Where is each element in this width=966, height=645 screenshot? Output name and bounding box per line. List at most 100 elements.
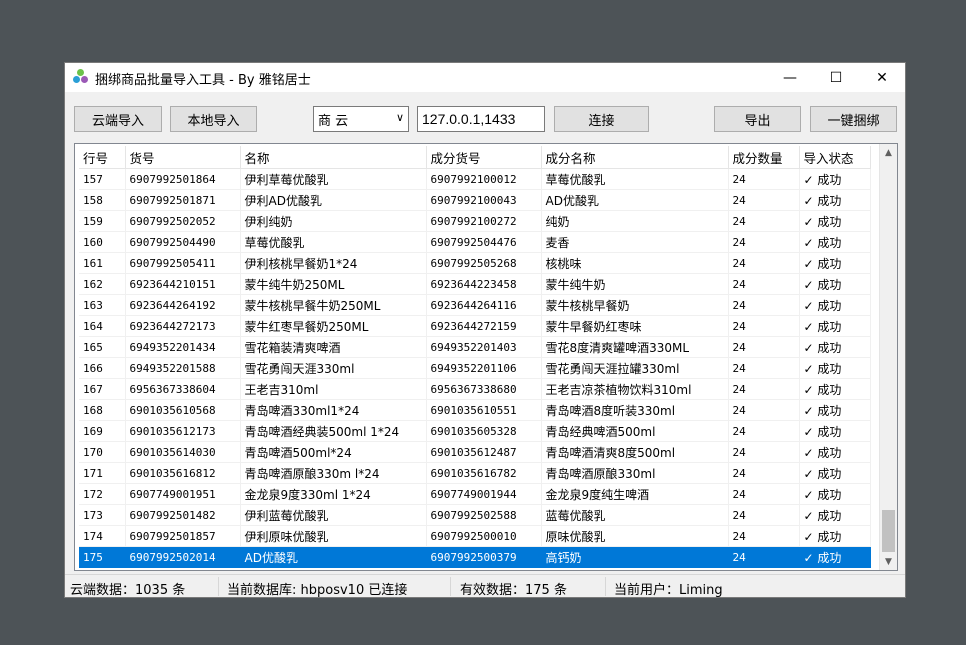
table-row[interactable]: 160 6907992504490 草莓优酸乳 6907992504476 麦香 24 ✓ … [79, 231, 871, 253]
table-row[interactable]: 171 6901035616812 青岛啤酒原酿330m l*24 690103561… [79, 462, 871, 484]
table-cell: 6907992505268 [426, 252, 542, 274]
table-row[interactable]: 166 6949352201588 雪花勇闯天涯330ml 6949352201106… [79, 357, 871, 379]
table-cell: ✓ 成功 [799, 357, 871, 379]
table-cell: 6907992100272 [426, 210, 542, 232]
table-cell: 174 [79, 525, 126, 547]
table-row[interactable]: 170 6901035614030 青岛啤酒500ml*24 690103561248… [79, 441, 871, 463]
table-cell: 6949352201434 [125, 336, 241, 358]
table-cell: 6901035616812 [125, 462, 241, 484]
table-cell: 24 [728, 315, 800, 337]
table-cell: 168 [79, 399, 126, 421]
table-row[interactable]: 162 6923644210151 蒙牛纯牛奶250ML 6923644223458 蒙… [79, 273, 871, 295]
table-cell: 6901035612487 [426, 441, 542, 463]
table-cell: 6907992100043 [426, 189, 542, 211]
scroll-up-icon[interactable]: ▲ [880, 144, 897, 161]
table-row[interactable]: 173 6907992501482 伊利蓝莓优酸乳 6907992502588 蓝莓优酸… [79, 504, 871, 526]
table-cell: ✓ 成功 [799, 294, 871, 316]
minimize-icon[interactable]: — [767, 63, 813, 92]
table-cell: 24 [728, 525, 800, 547]
title-bar[interactable]: 捆绑商品批量导入工具 - By 雅铭居士 — ☐ ✕ [65, 63, 905, 92]
scroll-down-icon[interactable]: ▼ [880, 553, 897, 570]
table-cell: 6923644210151 [125, 273, 241, 295]
column-header[interactable]: 成分名称 [541, 146, 729, 169]
table-cell: ✓ 成功 [799, 420, 871, 442]
close-icon[interactable]: ✕ [859, 63, 905, 92]
table-row[interactable]: 174 6907992501857 伊利原味优酸乳 6907992500010 原味优酸… [79, 525, 871, 547]
table-cell: 172 [79, 483, 126, 505]
table-row[interactable]: 175 6907992502014 AD优酸乳 6907992500379 高钙奶 24 ✓… [79, 546, 871, 568]
connect-button[interactable]: 连接 [554, 106, 649, 132]
table-cell: 6956367338604 [125, 378, 241, 400]
server-address-input[interactable] [417, 106, 545, 132]
table-cell: 6907992100012 [426, 168, 542, 190]
table-row[interactable]: 157 6907992501864 伊利草莓优酸乳 6907992100012 草莓优酸… [79, 168, 871, 190]
table-cell: 163 [79, 294, 126, 316]
table-cell: 草莓优酸乳 [541, 168, 729, 190]
status-divider [605, 577, 606, 596]
table-row[interactable]: 167 6956367338604 王老吉310ml 6956367338680 王老吉… [79, 378, 871, 400]
table-cell: 167 [79, 378, 126, 400]
cloud-import-button[interactable]: 云端导入 [74, 106, 162, 132]
vertical-scrollbar[interactable]: ▲ ▼ [879, 144, 897, 570]
status-valid-count: 有效数据：175 条 [460, 583, 567, 598]
table-row[interactable]: 168 6901035610568 青岛啤酒330ml1*24 69010356105… [79, 399, 871, 421]
status-current-db: 当前数据库: hbposv10 已连接 [227, 583, 408, 598]
table-cell: 6923644223458 [426, 273, 542, 295]
table-cell: 6907992502014 [125, 546, 241, 568]
data-grid[interactable]: 行号 货号 名称 成分货号 成分名称 成分数量 导入状态 157 6907992501864 伊… [74, 143, 898, 571]
table-cell: 6901035614030 [125, 441, 241, 463]
column-header[interactable]: 行号 [79, 146, 126, 169]
table-cell: ✓ 成功 [799, 231, 871, 253]
bind-all-button[interactable]: 一键捆绑 [810, 106, 897, 132]
table-row[interactable]: 165 6949352201434 雪花箱装清爽啤酒 6949352201403 雪花8… [79, 336, 871, 358]
table-cell: 159 [79, 210, 126, 232]
table-cell: 6907992500379 [426, 546, 542, 568]
table-row[interactable]: 161 6907992505411 伊利核桃早餐奶1*24 6907992505268… [79, 252, 871, 274]
table-cell: 青岛啤酒330ml1*24 [240, 399, 427, 421]
table-cell: ✓ 成功 [799, 483, 871, 505]
table-cell: 蒙牛核桃早餐奶 [541, 294, 729, 316]
toolbar: 云端导入 本地导入 商 云 ∨ 连接 导出 一键捆绑 [65, 92, 905, 140]
table-cell: 6949352201588 [125, 357, 241, 379]
table-cell: 蒙牛早餐奶红枣味 [541, 315, 729, 337]
table-row[interactable]: 163 6923644264192 蒙牛核桃早餐牛奶250ML 69236442641… [79, 294, 871, 316]
table-cell: 24 [728, 336, 800, 358]
table-cell: 青岛啤酒8度听装330ml [541, 399, 729, 421]
app-logo-icon [73, 69, 89, 85]
table-cell: 169 [79, 420, 126, 442]
column-header[interactable]: 成分货号 [426, 146, 542, 169]
table-cell: 24 [728, 462, 800, 484]
table-body: 157 6907992501864 伊利草莓优酸乳 6907992100012 草莓优酸… [79, 168, 871, 568]
maximize-icon[interactable]: ☐ [813, 63, 859, 92]
column-header[interactable]: 成分数量 [728, 146, 800, 169]
export-button[interactable]: 导出 [714, 106, 801, 132]
table-cell: 24 [728, 210, 800, 232]
table-cell: 161 [79, 252, 126, 274]
local-import-button[interactable]: 本地导入 [170, 106, 257, 132]
table-cell: 24 [728, 231, 800, 253]
table-cell: 蒙牛红枣早餐奶250ML [240, 315, 427, 337]
table-cell: 蓝莓优酸乳 [541, 504, 729, 526]
table-row[interactable]: 172 6907749001951 金龙泉9度330ml 1*24 690774900… [79, 483, 871, 505]
table-cell: 王老吉凉茶植物饮料310ml [541, 378, 729, 400]
table-cell: 青岛啤酒经典装500ml 1*24 [240, 420, 427, 442]
window-title: 捆绑商品批量导入工具 - By 雅铭居士 [95, 73, 311, 88]
table-row[interactable]: 169 6901035612173 青岛啤酒经典装500ml 1*24 6901035… [79, 420, 871, 442]
table-cell: 6901035605328 [426, 420, 542, 442]
table-cell: 蒙牛纯牛奶 [541, 273, 729, 295]
table-cell: 伊利草莓优酸乳 [240, 168, 427, 190]
column-header[interactable]: 名称 [240, 146, 427, 169]
table-cell: 165 [79, 336, 126, 358]
database-select[interactable]: 商 云 ∨ [313, 106, 409, 132]
table-row[interactable]: 164 6923644272173 蒙牛红枣早餐奶250ML 692364427215… [79, 315, 871, 337]
table-cell: 雪花8度清爽罐啤酒330ML [541, 336, 729, 358]
column-header[interactable]: 导入状态 [799, 146, 871, 169]
table-row[interactable]: 158 6907992501871 伊利AD优酸乳 6907992100043 AD优酸… [79, 189, 871, 211]
table-row[interactable]: 159 6907992502052 伊利纯奶 6907992100272 纯奶 24 ✓ 成… [79, 210, 871, 232]
column-header[interactable]: 货号 [125, 146, 241, 169]
table-cell: 王老吉310ml [240, 378, 427, 400]
table-cell: 24 [728, 546, 800, 568]
scrollbar-thumb[interactable] [882, 510, 895, 552]
table-cell: 166 [79, 357, 126, 379]
table-cell: 青岛经典啤酒500ml [541, 420, 729, 442]
